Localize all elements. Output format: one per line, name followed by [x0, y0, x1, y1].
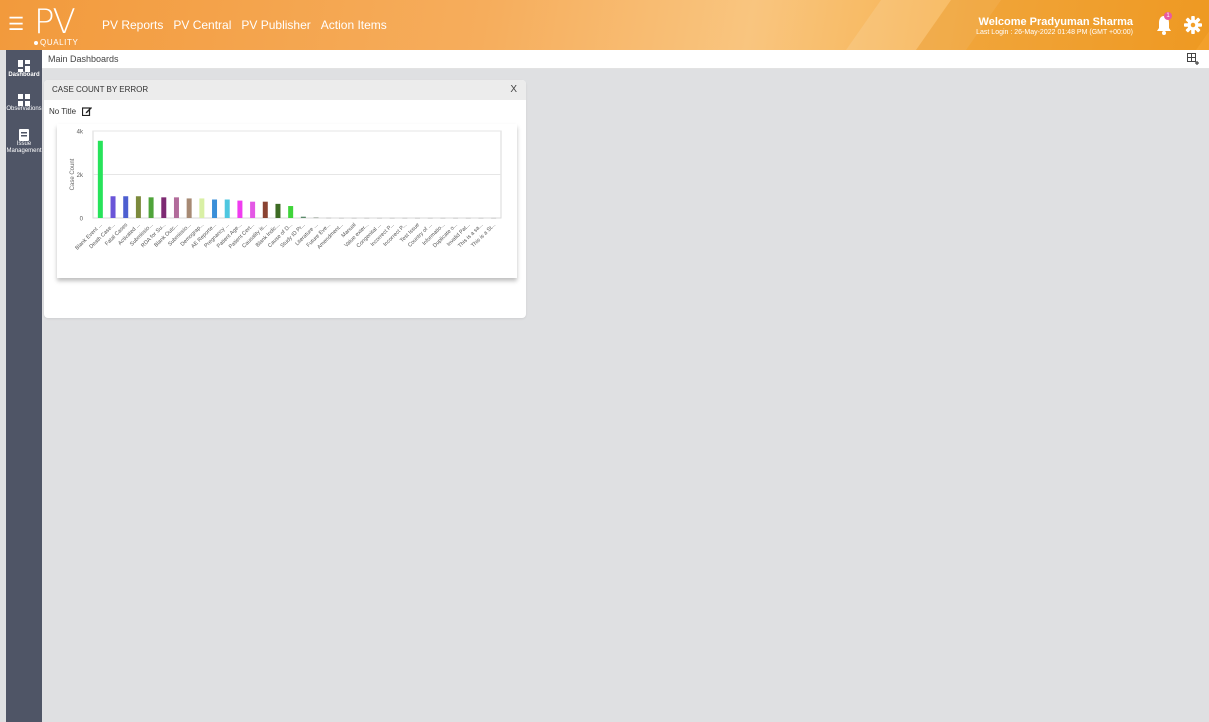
breadcrumb-bar: Main Dashboards: [42, 50, 1209, 69]
bar: [288, 206, 294, 218]
user-welcome[interactable]: Welcome Pradyuman Sharma Last Login : 26…: [976, 16, 1133, 36]
y-tick-label: 0: [80, 217, 84, 223]
sidebar-label: Observations: [6, 106, 42, 112]
pv-quality-logo[interactable]: PV QUALITY: [34, 2, 94, 48]
bar: [123, 196, 129, 218]
bar: [453, 217, 459, 219]
bar: [186, 198, 192, 218]
bar: [326, 217, 332, 219]
bar: [351, 217, 357, 219]
welcome-text: Welcome Pradyuman Sharma: [978, 16, 1133, 28]
bar: [427, 217, 433, 219]
bar: [275, 203, 281, 218]
bar: [224, 199, 230, 218]
bar: [300, 216, 306, 218]
bar-chart: 02k4kCase CountBlank Event ...Death Case…: [70, 130, 502, 251]
hamburger-icon[interactable]: ☰: [8, 14, 24, 34]
bar: [161, 197, 167, 218]
breadcrumb[interactable]: Main Dashboards: [48, 54, 119, 64]
nav-pv-reports[interactable]: PV Reports: [102, 18, 163, 32]
bar: [478, 217, 484, 219]
bar: [237, 200, 243, 218]
logo-subtext: QUALITY: [34, 38, 78, 47]
notification-badge: 1: [1164, 12, 1172, 20]
y-tick-label: 2k: [77, 173, 84, 179]
sidebar-label: Dashboard: [8, 72, 40, 78]
bar: [97, 140, 103, 218]
gear-icon[interactable]: [1184, 16, 1202, 34]
chart-subtitle: No Title: [49, 107, 77, 116]
top-header: ☰ PV QUALITY PV Reports PV Central PV Pu…: [0, 0, 1209, 50]
observations-icon: [18, 94, 30, 106]
bar: [389, 217, 395, 219]
bar: [465, 217, 471, 219]
bar: [491, 217, 497, 219]
bar: [376, 217, 382, 219]
y-axis-label: Case Count: [70, 158, 76, 190]
y-tick-label: 4k: [77, 130, 84, 136]
edit-icon[interactable]: [82, 106, 92, 116]
logo-text: PV: [34, 2, 76, 42]
issue-icon: [19, 129, 29, 141]
sidebar-label: Issue Management: [6, 141, 42, 154]
bar: [364, 217, 370, 219]
bar: [338, 217, 344, 219]
widget-title: CASE COUNT BY ERROR: [52, 85, 149, 94]
nav-pv-publisher[interactable]: PV Publisher: [241, 18, 310, 32]
widget-header[interactable]: CASE COUNT BY ERROR X: [44, 80, 526, 100]
bar: [135, 196, 141, 218]
top-nav: PV Reports PV Central PV Publisher Actio…: [102, 18, 387, 32]
sidebar-item-observations[interactable]: Observations: [6, 94, 42, 113]
chart-container: 0 2k 4k Case Count Blank Event ... Death Case…: [57, 124, 517, 278]
bar: [250, 201, 256, 218]
bar: [212, 199, 218, 218]
close-button[interactable]: X: [510, 84, 517, 95]
bar: [402, 217, 408, 219]
bar: [199, 198, 205, 218]
add-widget-icon[interactable]: [1187, 53, 1199, 65]
bar: [313, 217, 319, 219]
bar: [440, 217, 446, 219]
sidebar-item-issue-management[interactable]: Issue Management: [6, 128, 42, 155]
chart-widget: CASE COUNT BY ERROR X No Title 0 2k 4k Case…: [44, 80, 526, 318]
sidebar-item-dashboard[interactable]: Dashboard: [6, 60, 42, 79]
left-sidebar: Dashboard Observations Issue Management: [6, 50, 42, 722]
bar: [110, 196, 116, 218]
nav-pv-central[interactable]: PV Central: [173, 18, 231, 32]
dashboard-icon: [18, 60, 30, 72]
bar: [415, 217, 421, 219]
nav-action-items[interactable]: Action Items: [321, 18, 387, 32]
bar: [173, 197, 179, 218]
bar: [262, 201, 268, 218]
last-login-text: Last Login : 26-May-2022 01:48 PM (GMT +…: [976, 29, 1133, 36]
bar: [148, 197, 154, 218]
